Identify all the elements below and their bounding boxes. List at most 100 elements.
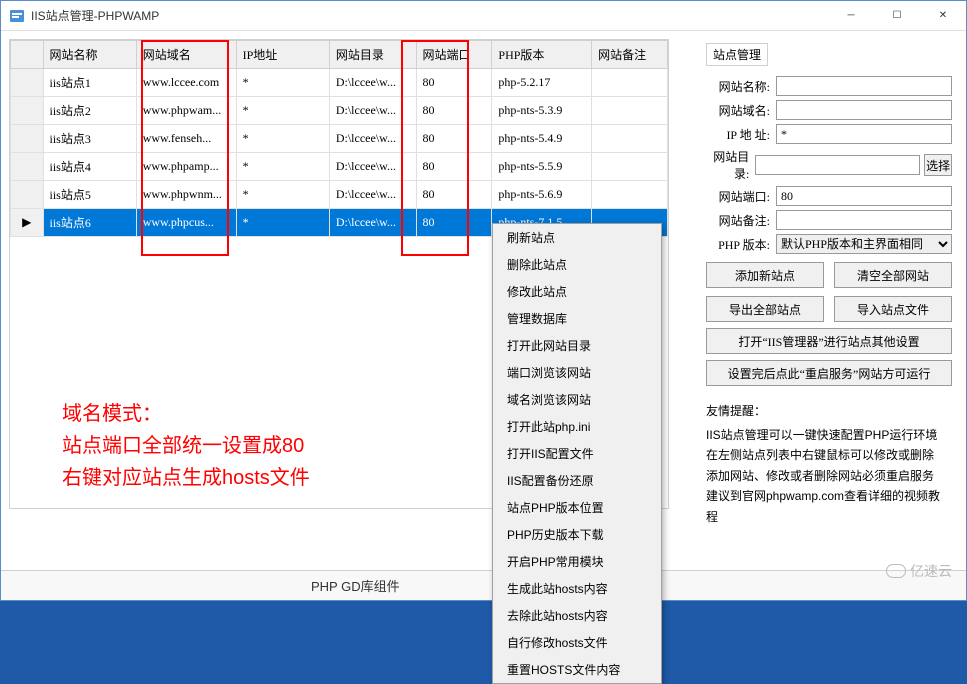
menu-item[interactable]: PHP历史版本下载 [493,521,661,548]
input-port[interactable] [776,186,952,206]
cell-name: iis站点4 [43,153,136,181]
menu-item[interactable]: 开启PHP常用模块 [493,548,661,575]
cell-ip: * [236,209,329,237]
label-ip: IP 地 址: [706,126,776,143]
cell-note [592,181,668,209]
column-header: PHP版本 [492,41,592,69]
input-name[interactable] [776,76,952,96]
table-row[interactable]: iis站点1www.lccee.com*D:\lccee\w...80php-5… [11,69,668,97]
cell-domain: www.lccee.com [136,69,236,97]
restart-button[interactable]: 设置完后点此“重启服务”网站方可运行 [706,360,952,386]
cell-ip: * [236,181,329,209]
cell-port: 80 [416,97,492,125]
column-header: 网站备注 [592,41,668,69]
cell-dir: D:\lccee\w... [329,209,416,237]
cell-name: iis站点3 [43,125,136,153]
column-header: 网站端口 [416,41,492,69]
menu-item[interactable]: 端口浏览该网站 [493,359,661,386]
cell-dir: D:\lccee\w... [329,181,416,209]
cell-domain: www.fenseh... [136,125,236,153]
minimize-button[interactable]: ─ [828,1,874,31]
cell-php: php-5.2.17 [492,69,592,97]
cell-php: php-nts-5.6.9 [492,181,592,209]
cell-name: iis站点1 [43,69,136,97]
panel-title: 站点管理 [706,43,768,66]
menu-item[interactable]: 打开此站php.ini [493,413,661,440]
context-menu: 刷新站点删除此站点修改此站点管理数据库打开此网站目录端口浏览该网站域名浏览该网站… [492,223,662,684]
cell-note [592,97,668,125]
menu-item[interactable]: 站点PHP版本位置 [493,494,661,521]
menu-item[interactable]: 刷新站点 [493,224,661,251]
table-row[interactable]: iis站点5www.phpwnm...*D:\lccee\w...80php-n… [11,181,668,209]
cloud-icon [886,564,906,578]
table-row[interactable]: iis站点4www.phpamp...*D:\lccee\w...80php-n… [11,153,668,181]
cell-domain: www.phpcus... [136,209,236,237]
cell-ip: * [236,97,329,125]
menu-item[interactable]: 生成此站hosts内容 [493,575,661,602]
table-row[interactable]: iis站点2www.phpwam...*D:\lccee\w...80php-n… [11,97,668,125]
column-header: 网站目录 [329,41,416,69]
hint-body: IIS站点管理可以一键快速配置PHP运行环境在左侧站点列表中右键鼠标可以修改或删… [706,425,952,527]
label-dir: 网站目录: [706,148,755,182]
label-port: 网站端口: [706,188,776,205]
menu-item[interactable]: 重置HOSTS文件内容 [493,656,661,683]
input-domain[interactable] [776,100,952,120]
cell-php: php-nts-5.4.9 [492,125,592,153]
watermark: 亿速云 [886,561,952,581]
cell-php: php-nts-5.5.9 [492,153,592,181]
input-ip[interactable] [776,124,952,144]
menu-item[interactable]: 管理数据库 [493,305,661,332]
label-note: 网站备注: [706,212,776,229]
menu-item[interactable]: 打开此网站目录 [493,332,661,359]
cell-ip: * [236,69,329,97]
close-button[interactable]: ✕ [920,1,966,31]
cell-note [592,69,668,97]
iis-manager-button[interactable]: 打开“IIS管理器”进行站点其他设置 [706,328,952,354]
column-header: 网站域名 [136,41,236,69]
cell-name: iis站点5 [43,181,136,209]
side-panel: 站点管理 网站名称: 网站域名: IP 地 址: 网站目录:选择 网站端口: 网… [696,31,966,600]
cell-domain: www.phpwnm... [136,181,236,209]
export-button[interactable]: 导出全部站点 [706,296,824,322]
window-title: IIS站点管理-PHPWAMP [31,7,828,24]
cell-ip: * [236,153,329,181]
cell-port: 80 [416,69,492,97]
label-name: 网站名称: [706,78,776,95]
menu-item[interactable]: 域名浏览该网站 [493,386,661,413]
clear-all-button[interactable]: 清空全部网站 [834,262,952,288]
cell-dir: D:\lccee\w... [329,69,416,97]
add-site-button[interactable]: 添加新站点 [706,262,824,288]
menu-item[interactable]: 打开IIS配置文件 [493,440,661,467]
table-row[interactable]: iis站点3www.fenseh...*D:\lccee\w...80php-n… [11,125,668,153]
app-icon [9,8,25,24]
menu-item[interactable]: 去除此站hosts内容 [493,602,661,629]
cell-name: iis站点6 [43,209,136,237]
titlebar: IIS站点管理-PHPWAMP ─ ☐ ✕ [1,1,966,31]
annotation-text: 域名模式： 站点端口全部统一设置成80 右键对应站点生成hosts文件 [62,398,310,494]
menu-item[interactable]: 修改此站点 [493,278,661,305]
menu-item[interactable]: IIS配置备份还原 [493,467,661,494]
cell-php: php-nts-5.3.9 [492,97,592,125]
maximize-button[interactable]: ☐ [874,1,920,31]
cell-note [592,125,668,153]
cell-port: 80 [416,181,492,209]
status-bar: PHP GD库组件 mpatible) [1,570,966,600]
cell-name: iis站点2 [43,97,136,125]
hint-title: 友情提醒： [706,402,952,419]
cell-domain: www.phpwam... [136,97,236,125]
cell-dir: D:\lccee\w... [329,97,416,125]
input-dir[interactable] [755,155,920,175]
column-header: 网站名称 [43,41,136,69]
cell-dir: D:\lccee\w... [329,125,416,153]
menu-item[interactable]: 删除此站点 [493,251,661,278]
cell-note [592,153,668,181]
input-note[interactable] [776,210,952,230]
cell-port: 80 [416,153,492,181]
menu-item[interactable]: 自行修改hosts文件 [493,629,661,656]
browse-button[interactable]: 选择 [924,154,952,176]
select-php[interactable]: 默认PHP版本和主界面相同 [776,234,952,254]
import-button[interactable]: 导入站点文件 [834,296,952,322]
cell-ip: * [236,125,329,153]
cell-port: 80 [416,125,492,153]
column-header: IP地址 [236,41,329,69]
